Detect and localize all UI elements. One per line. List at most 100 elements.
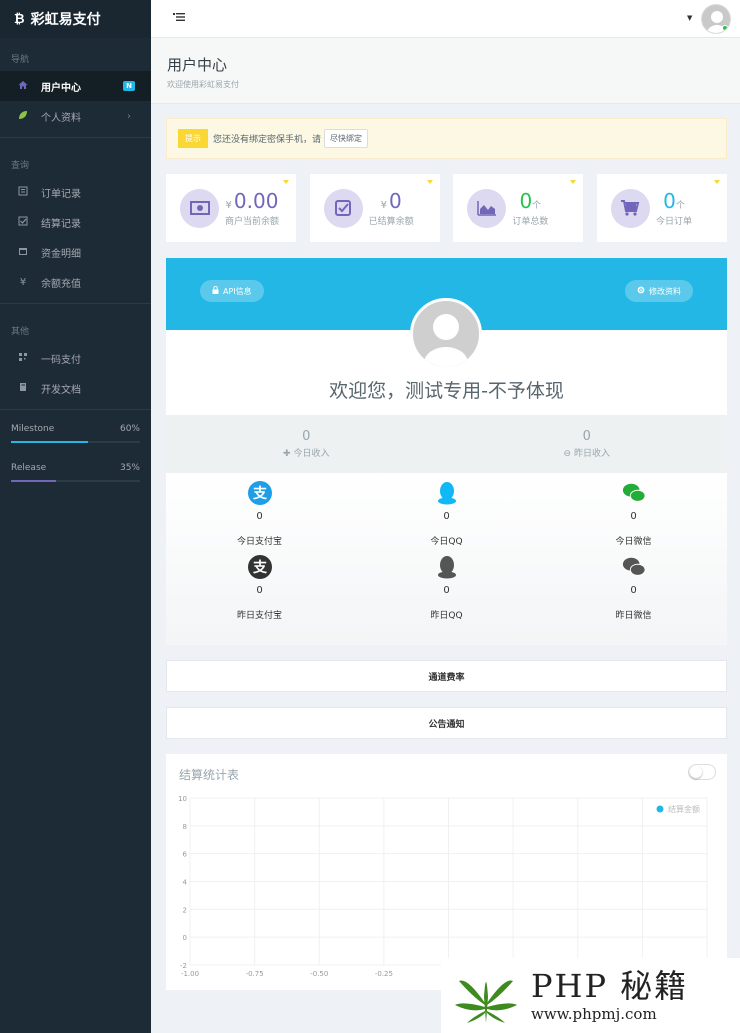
sidebar: ₿ 彩虹易支付 导航 用户中心 N 个人资料 › 查询 订单记录 结算记录 资金… — [0, 0, 151, 1033]
nav-section-heading: 导航 — [11, 55, 30, 65]
plus-icon: ✚ — [283, 449, 294, 459]
channel-label: 昨日QQ — [430, 611, 463, 621]
settled-value: 0 — [388, 189, 402, 213]
x-tick-label: -0.75 — [246, 970, 264, 978]
alipay-icon: 支 — [247, 555, 272, 579]
main-content: 提示 您还没有绑定密保手机，请 尽快绑定 ¥0.00 商户当前余额 ¥0 已结算… — [166, 118, 727, 990]
orders-today-value: 0 — [663, 189, 676, 213]
api-info-button[interactable]: API信息 — [200, 280, 264, 302]
divider — [0, 409, 151, 410]
yesterday-income-value: 0 — [582, 429, 591, 444]
sidebar-item-profile[interactable]: 个人资料 › — [0, 101, 151, 131]
settlement-chart-panel: 结算统计表 10 8 6 4 2 0 -2 -1.00 -0.75 -0.50 -0.25 结算金额 — [166, 754, 727, 990]
page-header: 用户中心 欢迎使用彩虹易支付 — [151, 38, 740, 104]
milestone-progress: Milestone 60% — [0, 424, 151, 443]
sidebar-item-docs[interactable]: 开发文档 — [0, 373, 151, 403]
chevron-right-icon: › — [127, 110, 131, 122]
sidebar-item-recharge[interactable]: ¥ 余额充值 — [0, 267, 151, 297]
yesterday-income-label: 昨日收入 — [573, 449, 610, 459]
sidebar-item-qrpay[interactable]: 一码支付 — [0, 343, 151, 373]
sidebar-item-label: 用户中心 — [41, 82, 81, 94]
channel-label: 昨日微信 — [615, 611, 652, 621]
page-subtitle: 欢迎使用彩虹易支付 — [167, 80, 239, 89]
sidebar-item-settlement[interactable]: 结算记录 — [0, 207, 151, 237]
user-avatar[interactable] — [701, 4, 731, 34]
qq-icon — [435, 555, 459, 579]
new-badge: N — [123, 81, 135, 91]
minus-circle-icon: ⊖ — [563, 449, 574, 459]
menu-toggle-icon[interactable] — [173, 11, 185, 25]
x-tick-label: -0.50 — [310, 970, 328, 978]
notice-alert: 提示 您还没有绑定密保手机，请 尽快绑定 — [166, 118, 727, 159]
watermark: PHP 秘籍 www.phpmj.com — [441, 958, 740, 1033]
top-header: ▼ — [151, 0, 740, 38]
stat-label: 今日订单 — [655, 217, 692, 227]
income-summary: 0 ✚ 今日收入 0 ⊖ 昨日收入 — [166, 415, 727, 473]
sidebar-item-label: 资金明细 — [41, 248, 81, 260]
channel-value: 0 — [443, 585, 450, 596]
channel-value: 0 — [443, 511, 450, 522]
unit-label: 个 — [675, 201, 685, 211]
cannabis-leaf-icon — [455, 979, 517, 1023]
other-section-heading: 其他 — [11, 327, 30, 337]
channel-label: 今日微信 — [615, 537, 652, 547]
y-tick-label: 4 — [183, 879, 188, 887]
caret-down-icon[interactable] — [426, 180, 433, 184]
y-tick-label: 2 — [183, 906, 187, 914]
stat-orders-total: 0个 订单总数 — [453, 174, 584, 242]
channel-label: 昨日支付宝 — [236, 611, 282, 621]
profile-card: API信息 修改资料 欢迎您，测试专用-不予体现 0 ✚ 今日收入 0 ⊖ 昨日… — [166, 258, 727, 645]
progress-fill — [11, 441, 89, 443]
edit-profile-button[interactable]: 修改资料 — [625, 280, 693, 302]
area-chart-icon — [467, 188, 507, 228]
y-tick-label: 0 — [183, 934, 187, 942]
bind-phone-button[interactable]: 尽快绑定 — [324, 129, 369, 148]
legend-marker — [656, 805, 664, 813]
channel-today-wechat: 0 今日微信 — [540, 481, 727, 555]
welcome-text: 欢迎您，测试专用-不予体现 — [329, 380, 564, 402]
stat-settled: ¥0 已结算余额 — [309, 174, 440, 242]
channel-value: 0 — [630, 511, 637, 522]
divider — [0, 303, 151, 304]
stat-label: 已结算余额 — [368, 217, 414, 227]
caret-down-icon[interactable] — [713, 180, 720, 184]
caret-down-icon[interactable] — [570, 180, 577, 184]
book-icon — [16, 382, 30, 395]
announcements-panel[interactable]: 公告通知 — [166, 707, 727, 739]
yen-icon: ¥ — [19, 276, 27, 288]
sidebar-item-funds[interactable]: 资金明细 — [0, 237, 151, 267]
check-square-icon — [16, 216, 30, 229]
progress-value: 35% — [119, 463, 140, 473]
balance-value: 0.00 — [233, 189, 279, 213]
rates-panel[interactable]: 通道费率 — [166, 660, 727, 692]
settlement-chart: 10 8 6 4 2 0 -2-1.00 -0.75 -0.50 -0.25 结算金额 — [178, 795, 708, 978]
sidebar-item-label: 开发文档 — [41, 384, 81, 396]
svg-text:支: 支 — [252, 485, 268, 502]
x-tick-label: -1.00 — [181, 970, 199, 978]
list-icon — [16, 186, 30, 199]
progress-label: Release — [11, 463, 47, 473]
currency-symbol: ¥ — [380, 200, 387, 211]
channel-value: 0 — [256, 585, 263, 596]
stat-orders-today: 0个 今日订单 — [596, 174, 727, 242]
channel-yesterday-wechat: 0 昨日微信 — [540, 555, 727, 629]
channel-yesterday-qq: 0 昨日QQ — [353, 555, 540, 629]
today-income-value: 0 — [302, 429, 311, 444]
channel-today-qq: 0 今日QQ — [353, 481, 540, 555]
brand-name: 彩虹易支付 — [30, 12, 101, 28]
brand-logo-icon: ₿ — [14, 12, 25, 27]
caret-down-icon[interactable]: ▼ — [687, 14, 692, 22]
sidebar-item-user-center[interactable]: 用户中心 N — [0, 71, 151, 101]
caret-down-icon[interactable] — [283, 180, 289, 184]
online-status-dot — [722, 25, 728, 31]
channel-value: 0 — [630, 585, 637, 596]
sidebar-item-orders[interactable]: 订单记录 — [0, 177, 151, 207]
legend-label: 结算金额 — [668, 804, 700, 814]
wechat-icon — [622, 555, 646, 579]
unit-label: 个 — [532, 201, 542, 211]
channel-yesterday-alipay: 支 0 昨日支付宝 — [166, 555, 353, 629]
brand[interactable]: ₿ 彩虹易支付 — [0, 0, 151, 38]
qrcode-icon — [16, 352, 30, 365]
channel-grid: 支 0 今日支付宝 0 今日QQ 0 今日微信 支 0 昨日支付宝 0 昨日QQ… — [166, 473, 727, 645]
watermark-title: PHP 秘籍 — [531, 966, 689, 1005]
